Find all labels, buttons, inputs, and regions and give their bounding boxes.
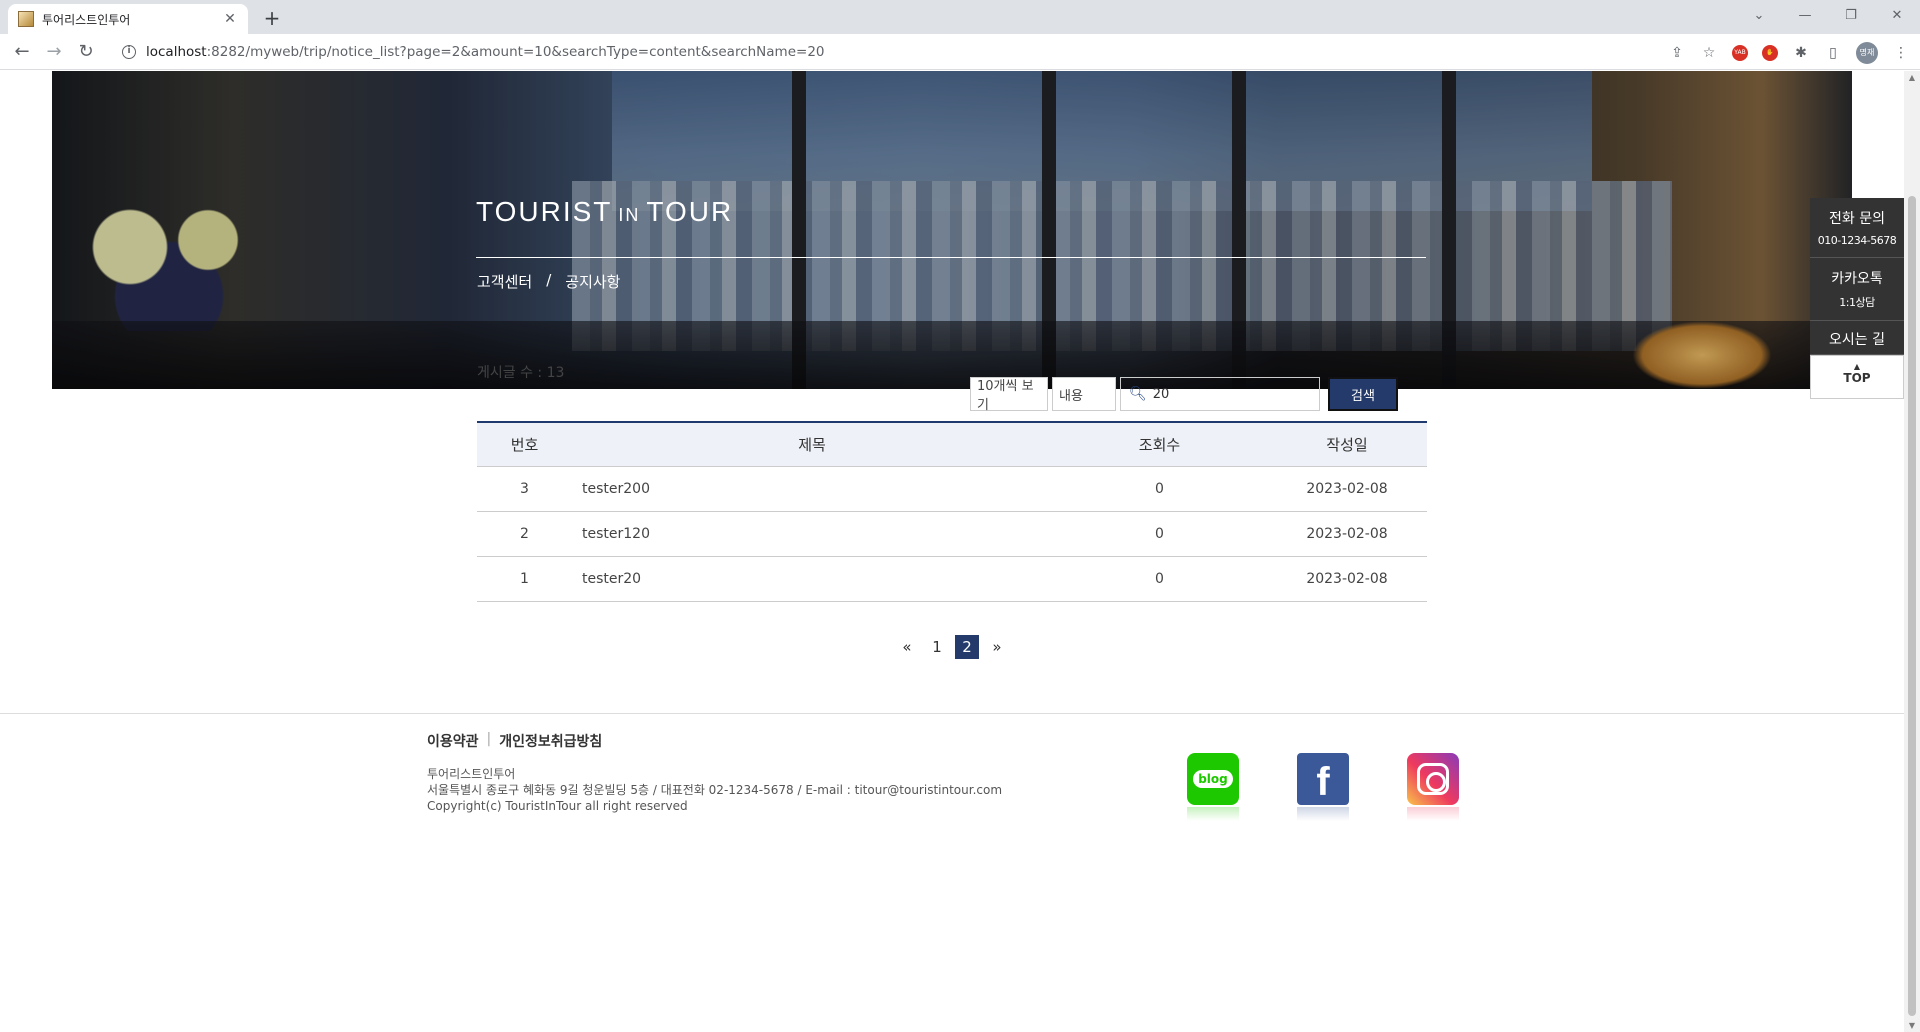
- tab-search-icon[interactable]: ⌄: [1736, 8, 1782, 23]
- quick-kakao[interactable]: 카카오톡 1:1상담: [1810, 258, 1904, 321]
- tab-title: 투어리스트인투어: [42, 12, 131, 27]
- table-row: 3 tester200 0 2023-02-08: [477, 467, 1427, 512]
- search-input[interactable]: 🔍︎ 20: [1120, 377, 1320, 411]
- post-title-link[interactable]: tester200: [572, 481, 1052, 497]
- next-page-icon[interactable]: »: [985, 635, 1009, 659]
- post-count: 게시글 수 : 13: [477, 365, 565, 381]
- extension-yab-icon[interactable]: YAB: [1732, 45, 1748, 61]
- site-logo-title: TOURIST IN TOUR: [476, 196, 734, 227]
- search-button[interactable]: 검색: [1328, 377, 1398, 411]
- search-type-select[interactable]: 내용: [1052, 377, 1116, 411]
- toolbar-actions: ⇪ ☆ YAB ✋ ✱ ▯ 명재 ⋮: [1668, 42, 1910, 64]
- restore-icon[interactable]: ❐: [1828, 8, 1874, 23]
- menu-kebab-icon[interactable]: ⋮: [1892, 44, 1910, 62]
- scroll-up-icon[interactable]: ▲: [1904, 73, 1920, 82]
- scroll-thumb[interactable]: [1908, 196, 1916, 1016]
- pagination: « 1 2 »: [895, 635, 1009, 659]
- quick-phone[interactable]: 전화 문의 010-1234-5678: [1810, 198, 1904, 258]
- col-title: 제목: [798, 436, 826, 454]
- prev-page-icon[interactable]: «: [895, 635, 919, 659]
- quick-menu: 전화 문의 010-1234-5678 카카오톡 1:1상담 오시는 길 ▲ T…: [1810, 198, 1904, 399]
- breadcrumb-notice[interactable]: 공지사항: [565, 271, 620, 292]
- page-viewport: TOURIST IN TOUR 고객센터 / 공지사항 전화 문의 010-1234…: [0, 71, 1904, 1032]
- new-tab-icon[interactable]: +: [260, 6, 284, 30]
- table-header: 번호 제목 조회수 작성일: [477, 423, 1427, 467]
- page-scrollbar[interactable]: ▲ ▼: [1904, 71, 1920, 1032]
- breadcrumb-customer-center[interactable]: 고객센터: [477, 271, 532, 292]
- col-number: 번호: [510, 436, 539, 454]
- col-date: 작성일: [1326, 436, 1368, 454]
- facebook-icon[interactable]: f: [1297, 753, 1349, 805]
- footer-link-separator: |: [486, 731, 492, 747]
- browser-tab[interactable]: 투어리스트인투어 ✕: [8, 4, 248, 34]
- profile-avatar[interactable]: 명재: [1856, 42, 1878, 64]
- copyright: Copyright(c) TouristInTour all right res…: [427, 799, 688, 813]
- minimize-icon[interactable]: —: [1782, 8, 1828, 23]
- footer-info: 투어리스트인투어 서울특별시 종로구 혜화동 9길 청운빌딩 5층 / 대표전화…: [427, 766, 1002, 814]
- scroll-top-button[interactable]: ▲ TOP: [1810, 355, 1904, 399]
- side-panel-icon[interactable]: ▯: [1824, 44, 1842, 62]
- hero-divider: [476, 257, 1426, 258]
- scroll-down-icon[interactable]: ▼: [1904, 1021, 1920, 1030]
- hero-banner: [52, 71, 1852, 389]
- footer-divider: [0, 713, 1904, 714]
- browser-toolbar: ← → ↻ i localhost:8282/myweb/trip/notice…: [0, 34, 1920, 70]
- terms-link[interactable]: 이용약관: [427, 731, 479, 751]
- post-title-link[interactable]: tester120: [572, 526, 1052, 542]
- company-name: 투어리스트인투어: [427, 767, 516, 781]
- url-text: localhost:8282/myweb/trip/notice_list?pa…: [146, 44, 825, 60]
- notice-table: 번호 제목 조회수 작성일 3 tester200 0 2023-02-08 2…: [477, 421, 1427, 602]
- amount-select[interactable]: 10개씩 보기: [970, 377, 1048, 413]
- footer-links: 이용약관 | 개인정보취급방침: [427, 731, 602, 751]
- site-favicon-icon: [18, 11, 34, 27]
- search-icon: 🔍︎: [1129, 386, 1147, 402]
- search-input-value: 20: [1152, 386, 1170, 402]
- extensions-puzzle-icon[interactable]: ✱: [1792, 44, 1810, 62]
- quick-directions[interactable]: 오시는 길: [1810, 321, 1904, 355]
- breadcrumb-separator: /: [546, 271, 552, 289]
- post-title-link[interactable]: tester20: [572, 571, 1052, 587]
- window-close-icon[interactable]: ✕: [1874, 8, 1920, 23]
- page-1[interactable]: 1: [925, 635, 949, 659]
- site-info-icon[interactable]: i: [122, 45, 136, 59]
- window-controls: ⌄ — ❐ ✕: [1736, 0, 1920, 30]
- bookmark-star-icon[interactable]: ☆: [1700, 44, 1718, 62]
- forward-icon[interactable]: →: [42, 40, 66, 64]
- arrow-up-icon: ▲: [1853, 362, 1861, 371]
- extension-adblock-icon[interactable]: ✋: [1762, 45, 1778, 61]
- col-views: 조회수: [1138, 436, 1181, 454]
- share-icon[interactable]: ⇪: [1668, 44, 1686, 62]
- table-row: 1 tester20 0 2023-02-08: [477, 557, 1427, 602]
- browser-tabbar: 투어리스트인투어 ✕ + ⌄ — ❐ ✕: [0, 0, 1920, 34]
- company-address: 서울특별시 종로구 혜화동 9길 청운빌딩 5층 / 대표전화 02-1234-…: [427, 783, 1003, 797]
- instagram-icon[interactable]: [1407, 753, 1459, 805]
- breadcrumb: 고객센터 / 공지사항: [477, 271, 620, 292]
- back-icon[interactable]: ←: [10, 40, 34, 64]
- blog-icon[interactable]: blog: [1187, 753, 1239, 805]
- privacy-link[interactable]: 개인정보취급방침: [499, 731, 602, 751]
- page-2-current[interactable]: 2: [955, 635, 979, 659]
- table-row: 2 tester120 0 2023-02-08: [477, 512, 1427, 557]
- address-bar[interactable]: i localhost:8282/myweb/trip/notice_list?…: [110, 38, 1680, 66]
- close-tab-icon[interactable]: ✕: [222, 11, 238, 27]
- reload-icon[interactable]: ↻: [74, 40, 98, 64]
- search-controls: 10개씩 보기 내용 🔍︎ 20 검색: [970, 377, 1398, 413]
